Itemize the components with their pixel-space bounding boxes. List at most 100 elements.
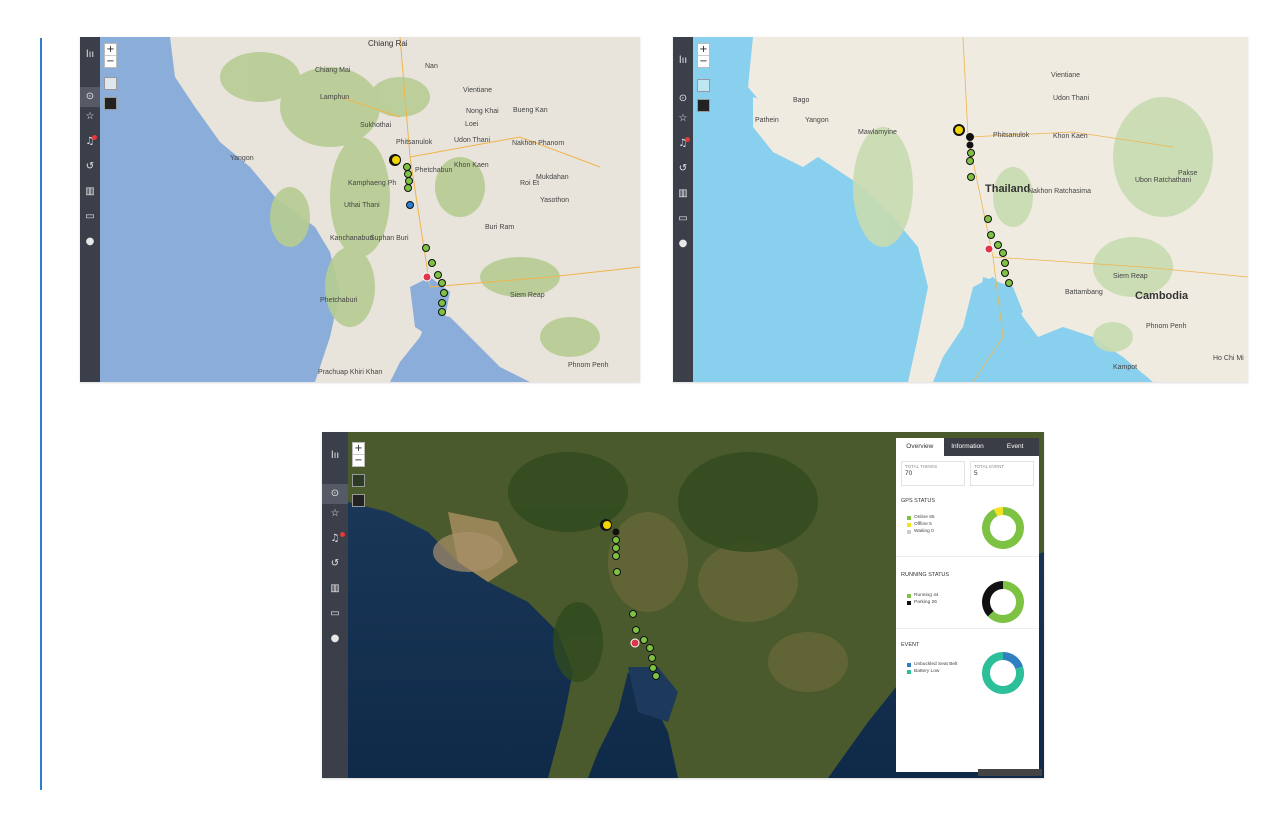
- history-icon[interactable]: ↺: [322, 554, 348, 574]
- gps-status-section: GPS STATUS Online 65 Offline 5 Waiting 0: [896, 498, 1039, 557]
- ruler-icon[interactable]: [697, 99, 710, 112]
- monitor-icon[interactable]: ▭: [80, 207, 100, 227]
- notification-badge: [92, 135, 97, 140]
- map-panel-top-right: lıı ⊙ ☆ ♫ ↺ ▥ ▭ ● + − Thailand Cambodia …: [673, 37, 1248, 382]
- star-icon[interactable]: ☆: [80, 107, 100, 127]
- gps-legend: Online 65 Offline 5 Waiting 0: [907, 514, 935, 535]
- total-event-card: TOTAL EVENT 5: [970, 461, 1034, 486]
- map-graphic: [100, 37, 640, 382]
- history-icon[interactable]: ↺: [80, 157, 100, 177]
- chart-icon[interactable]: ▥: [80, 182, 100, 202]
- bell-icon[interactable]: ♫: [673, 134, 693, 154]
- ruler-icon[interactable]: [352, 494, 365, 507]
- total-event-label: TOTAL EVENT: [974, 464, 1005, 469]
- total-things-value: 70: [905, 470, 913, 477]
- history-icon[interactable]: ↺: [673, 159, 693, 179]
- sidebar-rail: lıı ⊙ ☆ ♫ ↺ ▥ ▭ ●: [80, 37, 100, 382]
- map-layer-button[interactable]: [697, 79, 710, 92]
- label-roi-et: Roi Et: [520, 180, 540, 187]
- label-bueng-kan: Bueng Kan: [513, 107, 548, 114]
- notification-badge: [340, 532, 345, 537]
- label-chiang-mai: Chiang Mai: [315, 67, 351, 74]
- menu-bars-icon[interactable]: lıı: [80, 45, 100, 65]
- label-chiang-rai: Chiang Rai: [368, 39, 408, 48]
- bell-icon[interactable]: ♫: [322, 529, 348, 549]
- monitor-icon[interactable]: ▭: [322, 604, 348, 624]
- legend-item: Battery Low: [907, 668, 957, 675]
- legend-item: Offline 5: [907, 521, 935, 528]
- legend-label: Online 65: [914, 515, 935, 520]
- play-icon[interactable]: ●: [322, 629, 348, 649]
- login-icon[interactable]: ⊙: [80, 87, 100, 107]
- legend-label: Waiting 0: [914, 529, 934, 534]
- map-graphic: [693, 37, 1248, 382]
- legend-label: Running 44: [914, 593, 939, 598]
- star-icon[interactable]: ☆: [673, 109, 693, 129]
- stats-row: TOTAL THINGS 70 TOTAL EVENT 5: [896, 456, 1039, 486]
- legend-label: Offline 5: [914, 522, 932, 527]
- label-udon-thani: Udon Thani: [1053, 95, 1090, 102]
- zoom-out-button[interactable]: −: [353, 455, 364, 466]
- label-cambodia: Cambodia: [1135, 290, 1189, 302]
- label-pakse: Pakse: [1178, 170, 1198, 177]
- label-vientiane: Vientiane: [463, 87, 493, 94]
- map-canvas[interactable]: [693, 37, 1248, 382]
- legend-swatch: [907, 529, 911, 534]
- tab-information[interactable]: Information: [943, 438, 992, 456]
- menu-bars-icon[interactable]: lıı: [673, 51, 693, 71]
- map-layer-button[interactable]: [104, 77, 117, 90]
- map-layer-button[interactable]: [352, 474, 365, 487]
- menu-bars-icon[interactable]: lıı: [322, 446, 348, 466]
- bell-icon[interactable]: ♫: [80, 132, 100, 152]
- label-phnom-penh: Phnom Penh: [1146, 323, 1187, 330]
- monitor-icon[interactable]: ▭: [673, 209, 693, 229]
- gps-donut-chart: [982, 507, 1024, 549]
- sidebar-rail: lıı ⊙ ☆ ♫ ↺ ▥ ▭ ●: [673, 37, 693, 382]
- label-mawlamyine: Mawlamyine: [858, 129, 897, 136]
- zoom-in-button[interactable]: +: [105, 44, 116, 56]
- label-kanchanaburi: Kanchanaburi: [330, 235, 374, 242]
- legend-item: Unbuckled Seat Belt: [907, 661, 957, 668]
- label-suphan: Suphan Buri: [370, 235, 409, 242]
- legend-item: Running 44: [907, 592, 939, 599]
- chart-icon[interactable]: ▥: [322, 579, 348, 599]
- label-yangon: Yangon: [230, 155, 254, 162]
- tab-overview[interactable]: Overview: [896, 438, 944, 456]
- label-nan: Nan: [425, 63, 438, 70]
- label-phitsanulok: Phitsanulok: [396, 139, 433, 146]
- label-udon-thani: Udon Thani: [454, 137, 491, 144]
- play-icon[interactable]: ●: [80, 232, 100, 252]
- event-title: EVENT: [901, 642, 920, 648]
- zoom-control: + −: [697, 43, 710, 68]
- login-icon[interactable]: ⊙: [673, 89, 693, 109]
- overview-panel: Overview Information Event TOTAL THINGS …: [896, 438, 1040, 772]
- label-khon-kaen: Khon Kaen: [454, 162, 489, 169]
- zoom-in-button[interactable]: +: [698, 44, 709, 56]
- label-uthai: Uthai Thani: [344, 202, 380, 209]
- event-section: EVENT Unbuckled Seat Belt Battery Low: [896, 642, 1039, 702]
- ruler-icon[interactable]: [104, 97, 117, 110]
- gps-status-title: GPS STATUS: [901, 498, 936, 504]
- event-donut-slice: [1002, 652, 1023, 670]
- map-canvas[interactable]: [100, 37, 640, 382]
- label-sukhothai: Sukhothai: [360, 122, 392, 129]
- gps-donut-slice: [993, 507, 1004, 517]
- accent-vertical-line: [40, 38, 42, 790]
- chart-icon[interactable]: ▥: [673, 184, 693, 204]
- zoom-control: + −: [352, 442, 365, 467]
- zoom-out-button[interactable]: −: [105, 56, 116, 67]
- running-donut-chart: [982, 581, 1024, 623]
- zoom-in-button[interactable]: +: [353, 443, 364, 455]
- login-icon[interactable]: ⊙: [322, 484, 348, 504]
- zoom-out-button[interactable]: −: [698, 56, 709, 67]
- label-phitsanulok: Phitsanulok: [993, 132, 1030, 139]
- label-yangon: Yangon: [805, 117, 829, 124]
- legend-swatch: [907, 600, 911, 605]
- label-phnom-penh: Phnom Penh: [568, 362, 609, 369]
- play-icon[interactable]: ●: [673, 234, 693, 254]
- star-icon[interactable]: ☆: [322, 504, 348, 524]
- event-legend: Unbuckled Seat Belt Battery Low: [907, 661, 957, 675]
- sidebar-rail: lıı ⊙ ☆ ♫ ↺ ▥ ▭ ●: [322, 432, 348, 778]
- tab-event[interactable]: Event: [991, 438, 1040, 456]
- label-phetchabun: Phetchabun: [415, 167, 453, 174]
